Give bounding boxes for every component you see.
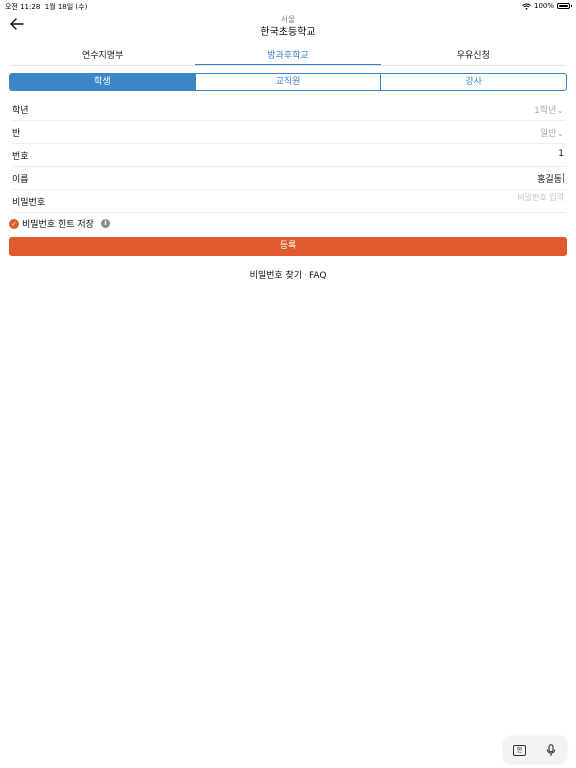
status-time-date: 오전 11:28 1월 18일 (수) [5,2,87,12]
grade-value: 1학년 [534,106,557,116]
help-links: 비밀번호 찾기 · FAQ [0,268,576,281]
name-row[interactable]: 이름 홍길동 [12,167,566,190]
status-indicators: 100% [522,2,572,10]
class-row[interactable]: 반 일반⌄ [12,121,566,144]
text-caret [563,173,564,183]
wifi-icon [522,3,531,10]
number-label: 번호 [12,152,29,162]
faq-link[interactable]: FAQ [309,271,326,281]
region-label: 서울 [280,15,296,24]
password-input[interactable] [414,193,564,202]
microphone-icon [546,743,555,756]
name-field[interactable]: 홍길동 [537,172,564,185]
info-icon[interactable]: i [100,219,110,228]
top-tabs: 연수지명부 방과후학교 우유신청 [10,48,566,66]
number-field[interactable]: 1 [558,149,564,159]
grade-select[interactable]: 1학년⌄ [534,103,564,116]
password-label: 비밀번호 [12,198,46,208]
tab-training-roster[interactable]: 연수지명부 [10,48,195,65]
status-bar: 오전 11:28 1월 18일 (수) 100% [0,0,576,12]
tab-after-school[interactable]: 방과후학교 [195,48,381,65]
checkmark-icon[interactable]: ✓ [9,218,19,229]
grade-label: 학년 [12,106,29,116]
password-hint-label: 비밀번호 힌트 저장 [22,220,94,230]
class-select[interactable]: 일반⌄ [540,126,564,139]
chevron-down-icon: ⌄ [556,106,564,116]
register-button[interactable]: 등록 [9,237,567,256]
name-label: 이름 [12,175,29,185]
find-password-link[interactable]: 비밀번호 찾기 [250,271,303,281]
school-name: 한국초등학교 [260,27,316,38]
tab-milk-request[interactable]: 우유신청 [381,48,566,65]
segment-student[interactable]: 학생 [10,74,195,90]
link-separator: · [304,271,307,281]
user-type-segment: 학생 교직원 강사 [9,73,567,91]
language-key-icon: 한 [513,744,526,756]
class-value: 일반 [539,129,557,139]
status-date: 1월 18일 (수) [44,3,88,11]
header-titles: 서울 한국초등학교 [0,14,576,40]
segment-instructor[interactable]: 강사 [380,74,566,90]
keyboard-shortcut-bar: 한 [504,737,566,763]
registration-form: 학년 1학년⌄ 반 일반⌄ 번호 1 이름 홍길동 비밀번호 [12,98,566,213]
language-switch-button[interactable]: 한 [512,742,528,758]
password-row[interactable]: 비밀번호 [12,190,566,213]
password-hint-option[interactable]: ✓ 비밀번호 힌트 저장 i [9,217,110,230]
number-row[interactable]: 번호 1 [12,144,566,167]
dictation-button[interactable] [543,742,559,758]
class-label: 반 [12,129,21,139]
battery-icon [557,3,572,9]
segment-staff[interactable]: 교직원 [194,74,381,90]
chevron-down-icon: ⌄ [556,129,564,139]
grade-row[interactable]: 학년 1학년⌄ [12,98,566,121]
battery-percent: 100% [533,2,554,10]
status-time: 오전 11:28 [5,3,41,11]
name-value: 홍길동 [537,175,562,185]
